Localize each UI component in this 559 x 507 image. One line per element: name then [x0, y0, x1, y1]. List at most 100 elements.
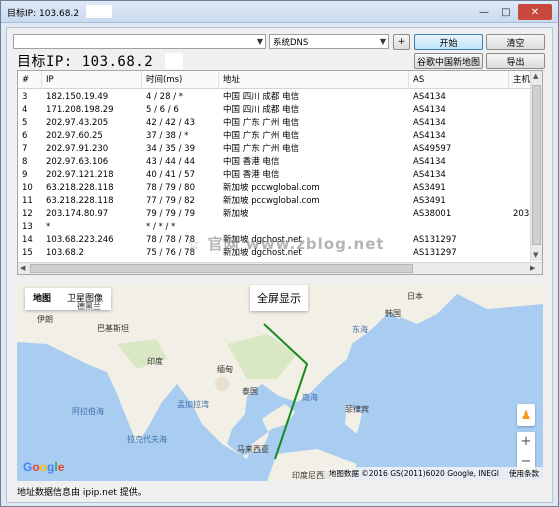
table-cell: 171.208.198.29 [46, 105, 114, 115]
table-cell: AS4134 [413, 157, 446, 167]
fullscreen-button[interactable]: 全屏显示 [250, 285, 308, 311]
map-label: 缅甸 [217, 365, 233, 374]
map-label: 孟加拉湾 [177, 400, 209, 409]
map-label: 日本 [407, 292, 423, 301]
column-header[interactable]: # [18, 71, 42, 89]
pegman-icon[interactable]: ♟ [517, 404, 535, 426]
scroll-left-icon[interactable]: ◀ [20, 264, 25, 272]
table-row[interactable]: 11 63.218.228.118 77 / 79 / 82 新加坡 pccwglob… [18, 195, 542, 208]
map-view[interactable]: 地图 卫星图像 全屏显示 德黑兰 伊朗 巴基斯坦 印度 缅甸 泰国 马来西亚 韩… [17, 284, 543, 481]
google-logo: Google [23, 460, 65, 474]
add-button[interactable]: + [393, 34, 410, 50]
clear-button[interactable]: 清空 [486, 34, 545, 50]
scroll-thumb[interactable] [532, 85, 541, 245]
table-row[interactable]: 12 203.174.80.97 79 / 79 / 79 新加坡 AS38001 203 [18, 208, 542, 221]
close-button[interactable]: ✕ [518, 4, 552, 20]
table-cell: 5 / 6 / 6 [146, 105, 179, 115]
scroll-thumb[interactable] [30, 264, 413, 273]
map-label: 德黑兰 [77, 302, 101, 311]
scroll-up-icon[interactable]: ▲ [533, 72, 538, 80]
table-cell: 中国 广东 广州 电信 [223, 131, 300, 141]
horizontal-scrollbar[interactable]: ◀ ▶ [18, 262, 542, 274]
map-label: 阿拉伯海 [72, 407, 104, 416]
table-cell: 新加坡 pccwglobal.com [223, 183, 320, 193]
column-header[interactable]: 地址 [219, 71, 409, 89]
column-header[interactable]: IP [42, 71, 142, 89]
scroll-down-icon[interactable]: ▼ [533, 251, 538, 259]
table-cell: 4 [22, 105, 28, 115]
column-header[interactable]: AS [409, 71, 509, 89]
table-row[interactable]: 5 202.97.43.205 42 / 42 / 43 中国 广东 广州 电信 AS4… [18, 117, 542, 130]
footer-note: 地址数据信息由 ipip.net 提供。 [17, 488, 147, 498]
tab-map[interactable]: 地图 [25, 288, 59, 310]
table-cell: AS4134 [413, 170, 446, 180]
table-cell: * [46, 222, 51, 232]
table-cell: 新加坡 pccwglobal.com [223, 196, 320, 206]
table-cell: 14 [22, 235, 33, 245]
table-cell: AS4134 [413, 92, 446, 102]
table-cell: AS131297 [413, 248, 457, 258]
table-cell: 34 / 35 / 39 [146, 144, 195, 154]
table-cell: 10 [22, 183, 33, 193]
table-cell: 新加坡 [223, 209, 249, 219]
maximize-button[interactable]: □ [496, 4, 516, 20]
table-row[interactable]: 8 202.97.63.106 43 / 44 / 44 中国 香港 电信 AS4134 [18, 156, 542, 169]
table-cell: AS4134 [413, 131, 446, 141]
table-row[interactable]: 10 63.218.228.118 78 / 79 / 80 新加坡 pccwglob… [18, 182, 542, 195]
table-cell: 202.97.63.106 [46, 157, 109, 167]
table-cell: 37 / 38 / * [146, 131, 189, 141]
redaction-mask [165, 53, 183, 69]
table-cell: 12 [22, 209, 33, 219]
table-cell: 中国 香港 电信 [223, 170, 280, 180]
table-cell: 182.150.19.49 [46, 92, 109, 102]
table-cell: 4 / 28 / * [146, 92, 184, 102]
map-label: 菲律宾 [345, 405, 369, 414]
table-cell: 43 / 44 / 44 [146, 157, 195, 167]
table-cell: 103.68.2 [46, 248, 84, 258]
start-button[interactable]: 开始 [414, 34, 483, 50]
table-row[interactable]: 9 202.97.121.218 40 / 41 / 57 中国 香港 电信 AS413… [18, 169, 542, 182]
zoom-in-button[interactable]: + [517, 432, 535, 452]
table-cell: 202.97.91.230 [46, 144, 109, 154]
target-input[interactable]: ▼ [13, 34, 266, 49]
google-map-button[interactable]: 谷歌中国新地图 [414, 53, 483, 69]
map-label: 韩国 [385, 309, 401, 318]
table-cell: AS4134 [413, 118, 446, 128]
table-row[interactable]: 7 202.97.91.230 34 / 35 / 39 中国 广东 广州 电信 AS4… [18, 143, 542, 156]
scroll-right-icon[interactable]: ▶ [530, 264, 535, 272]
map-label: 巴基斯坦 [97, 324, 129, 333]
table-cell: 103.68.223.246 [46, 235, 114, 245]
zoom-control: + − [517, 432, 535, 472]
table-cell: 202.97.121.218 [46, 170, 114, 180]
table-row[interactable]: 6 202.97.60.25 37 / 38 / * 中国 广东 广州 电信 AS413… [18, 130, 542, 143]
table-cell: 40 / 41 / 57 [146, 170, 195, 180]
export-button[interactable]: 导出 [486, 53, 545, 69]
dns-select[interactable]: 系统DNS ▼ [269, 34, 389, 49]
client-area: ▼ 系统DNS ▼ + 开始 清空 谷歌中国新地图 导出 目标IP: 103.6… [6, 27, 553, 503]
title-bar: 目标IP: 103.68.2 — □ ✕ [1, 1, 558, 23]
map-label: 泰国 [242, 387, 258, 396]
table-cell: AS38001 [413, 209, 452, 219]
table-cell: 77 / 79 / 82 [146, 196, 195, 206]
chevron-down-icon: ▼ [379, 37, 386, 46]
vertical-scrollbar[interactable]: ▲ ▼ [530, 71, 542, 261]
column-header[interactable]: 时间(ms) [142, 71, 219, 89]
map-canvas [17, 284, 543, 481]
table-cell: 63.218.228.118 [46, 183, 114, 193]
table-cell: 中国 广东 广州 电信 [223, 144, 300, 154]
table-cell: 7 [22, 144, 28, 154]
table-cell: 3 [22, 92, 28, 102]
table-row[interactable]: 3 182.150.19.49 4 / 28 / * 中国 四川 成都 电信 AS413… [18, 91, 542, 104]
table-cell: AS3491 [413, 196, 446, 206]
table-cell: 63.218.228.118 [46, 196, 114, 206]
table-cell: 15 [22, 248, 33, 258]
table-cell: 42 / 42 / 43 [146, 118, 195, 128]
table-cell: AS131297 [413, 235, 457, 245]
table-cell: AS3491 [413, 183, 446, 193]
table-row[interactable]: 4 171.208.198.29 5 / 6 / 6 中国 四川 成都 电信 AS413… [18, 104, 542, 117]
chevron-down-icon: ▼ [256, 37, 263, 46]
target-ip-label: 目标IP: 103.68.2 [17, 54, 154, 70]
minimize-button[interactable]: — [474, 4, 494, 20]
table-cell: 5 [22, 118, 28, 128]
terms-link[interactable]: 使用条款 [509, 467, 539, 481]
